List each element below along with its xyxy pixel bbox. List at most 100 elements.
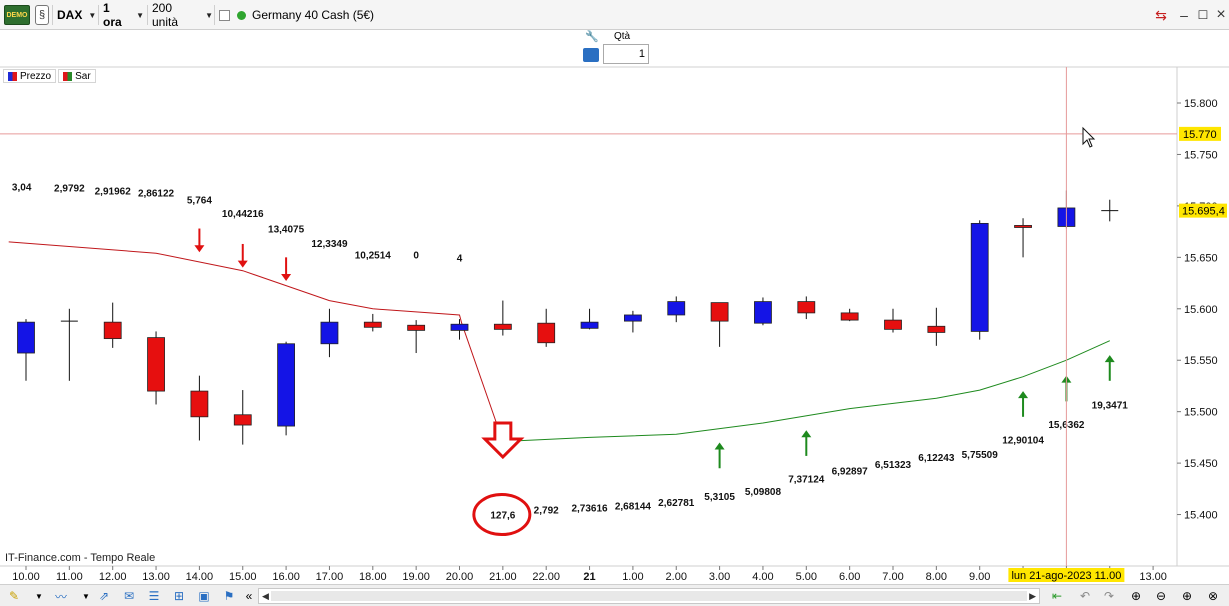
scroll-right-icon[interactable]: ▶ bbox=[1029, 589, 1036, 603]
value-label: 6,51323 bbox=[875, 460, 912, 471]
down-arrow-icon bbox=[281, 274, 292, 282]
candle-body bbox=[190, 390, 209, 418]
scroll-left-icon[interactable]: ◀ bbox=[262, 589, 269, 603]
down-arrow-icon bbox=[237, 260, 248, 268]
redo-icon[interactable]: ↷ bbox=[1100, 588, 1118, 604]
y-tick-label: 15.500 bbox=[1184, 407, 1218, 419]
legend-label: Sar bbox=[75, 70, 91, 82]
comment-icon[interactable]: ✉ bbox=[120, 588, 138, 604]
value-label: 2,9792 bbox=[54, 183, 85, 194]
candle-body bbox=[624, 314, 642, 322]
list-icon[interactable]: ☰ bbox=[145, 588, 163, 604]
up-arrow-icon bbox=[714, 442, 725, 450]
candle-body bbox=[407, 324, 426, 331]
x-tick-label: 19.00 bbox=[402, 571, 430, 583]
chevron-down-icon[interactable]: ▼ bbox=[30, 588, 48, 604]
x-tick-label: 22.00 bbox=[532, 571, 560, 583]
x-tick-label: 10.00 bbox=[12, 571, 40, 583]
scroll-start-icon[interactable]: « bbox=[240, 588, 258, 604]
x-tick-label: 5.00 bbox=[796, 571, 817, 583]
share-icon[interactable]: ⇗ bbox=[95, 588, 113, 604]
value-label: 10,44216 bbox=[222, 209, 264, 220]
candle-body bbox=[277, 343, 296, 427]
candle-body bbox=[537, 322, 556, 344]
candle-body bbox=[840, 312, 859, 321]
legend-item-prezzo[interactable]: Prezzo bbox=[3, 69, 57, 83]
y-tick-label: 15.650 bbox=[1184, 252, 1218, 264]
signal-down-arrow-icon bbox=[481, 421, 525, 460]
x-tick-label: 4.00 bbox=[752, 571, 773, 583]
indicator-icon[interactable]: ⊞ bbox=[170, 588, 188, 604]
x-tick-label: 9.00 bbox=[969, 571, 990, 583]
legend-swatch bbox=[8, 71, 17, 81]
x-tick-label: 15.00 bbox=[229, 571, 257, 583]
scrollbar-thumb[interactable] bbox=[271, 591, 1027, 601]
y-axis: 15.80015.75015.70015.65015.60015.55015.5… bbox=[1177, 98, 1218, 522]
time-scrollbar[interactable]: ◀ ▶ bbox=[258, 588, 1040, 604]
chevron-down-icon[interactable]: ▼ bbox=[77, 588, 95, 604]
value-label: 2,68144 bbox=[615, 501, 652, 512]
draw-pencil-icon[interactable]: ✎ bbox=[5, 588, 23, 604]
value-label: 6,92897 bbox=[832, 466, 869, 477]
y-tick-label: 15.750 bbox=[1184, 149, 1218, 161]
candle-body bbox=[927, 325, 946, 333]
value-label: 2,91962 bbox=[95, 186, 132, 197]
x-tick-label: 13.00 bbox=[1139, 571, 1167, 583]
source-note: IT-Finance.com - Tempo Reale bbox=[5, 552, 156, 564]
legend-swatch bbox=[63, 71, 73, 81]
x-tick-label: 17.00 bbox=[316, 571, 344, 583]
x-tick-label: 14.00 bbox=[186, 571, 214, 583]
value-label: 10,2514 bbox=[355, 250, 392, 261]
value-label: 13,4075 bbox=[268, 225, 305, 236]
chart-type-icon[interactable]: 〰 bbox=[52, 588, 70, 604]
zoom-in-icon[interactable]: ⊕ bbox=[1178, 588, 1196, 604]
chart-overlay: 15.770 15.695,4 lun 21-ago-2023 11.00 bbox=[0, 67, 1227, 582]
mouse-cursor-icon bbox=[1082, 126, 1096, 148]
x-tick-label: 11.00 bbox=[56, 571, 83, 583]
value-labels: 3,04 2,9792 2,91962 2,86122 5,764 10,44216 13,… bbox=[12, 182, 1128, 521]
x-tick-label: 13.00 bbox=[142, 571, 170, 583]
sar-line-red bbox=[8, 241, 504, 442]
value-label: 5,09808 bbox=[745, 487, 782, 498]
candle-body bbox=[320, 321, 339, 345]
alert-icon[interactable]: ⚑ bbox=[220, 588, 238, 604]
y-tick-label: 15.400 bbox=[1184, 510, 1218, 522]
value-label: 127,6 bbox=[490, 511, 515, 522]
candle-body bbox=[233, 414, 252, 426]
value-label: 7,37124 bbox=[788, 475, 825, 486]
x-tick-label: 16.00 bbox=[272, 571, 300, 583]
value-label: 2,73616 bbox=[571, 503, 608, 514]
candle-body bbox=[580, 321, 599, 329]
candle-body bbox=[17, 321, 35, 354]
x-tick-label: 1.00 bbox=[622, 571, 643, 583]
candle-body bbox=[1014, 225, 1032, 228]
price-chart[interactable]: 15.80015.75015.70015.65015.60015.55015.5… bbox=[0, 0, 1229, 584]
y-tick-label: 15.450 bbox=[1184, 458, 1218, 470]
go-to-end-icon[interactable]: ⇤ bbox=[1048, 588, 1066, 604]
candle-body bbox=[363, 321, 382, 328]
x-tick-label: 7.00 bbox=[882, 571, 903, 583]
value-label: 3,04 bbox=[12, 182, 32, 193]
zoom-fit-icon[interactable]: ⊕ bbox=[1127, 588, 1145, 604]
zoom-out-icon[interactable]: ⊖ bbox=[1152, 588, 1170, 604]
legend-item-sar[interactable]: Sar bbox=[58, 69, 96, 83]
candle-body bbox=[970, 222, 989, 332]
y-tick-label: 15.600 bbox=[1184, 304, 1218, 316]
candle-body bbox=[797, 301, 816, 314]
down-arrow-icon bbox=[194, 245, 205, 253]
candle-body bbox=[710, 302, 729, 322]
bottom-toolbar: ✎ ▼ 〰 ▼ ⇗ ✉ ☰ ⊞ ▣ ⚑ « ◀ ▶ ⇤ ↶ ↷ ⊕ ⊖ ⊕ ⊗ bbox=[0, 584, 1229, 606]
candle-body bbox=[754, 301, 772, 324]
candle-body bbox=[884, 319, 902, 330]
window-icon[interactable]: ▣ bbox=[195, 588, 213, 604]
value-label: 12,3349 bbox=[311, 239, 348, 250]
chart-legend: Prezzo Sar bbox=[3, 69, 98, 83]
x-tick-label: 12.00 bbox=[99, 571, 127, 583]
zoom-reset-icon[interactable]: ⊗ bbox=[1204, 588, 1222, 604]
value-label: 4 bbox=[457, 253, 463, 264]
candle-body bbox=[147, 337, 165, 392]
value-label: 5,3105 bbox=[704, 492, 735, 503]
x-tick-label: 21.00 bbox=[489, 571, 517, 583]
value-label: 0 bbox=[413, 250, 419, 261]
undo-icon[interactable]: ↶ bbox=[1076, 588, 1094, 604]
